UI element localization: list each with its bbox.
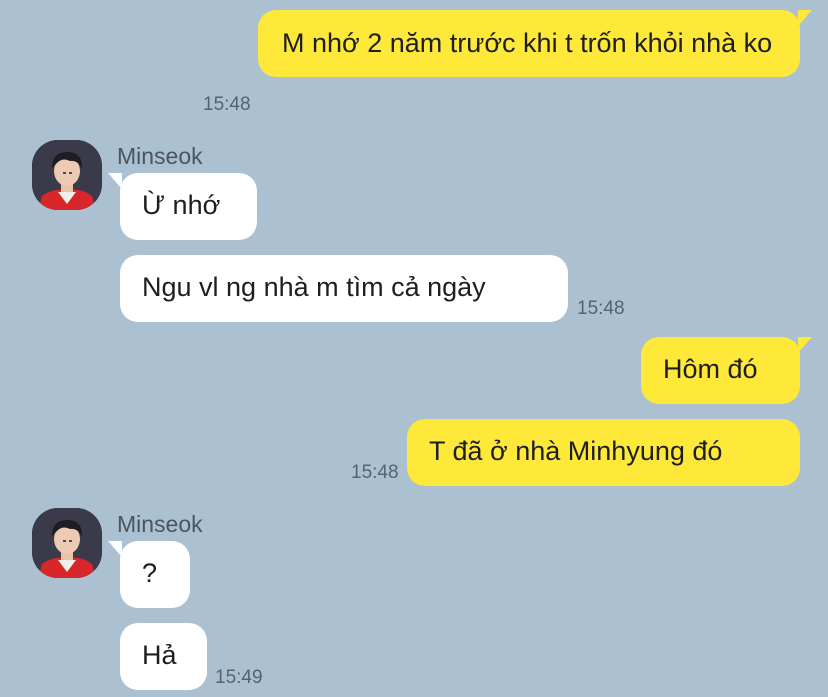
message-text: M nhớ 2 năm trước khi t trốn khỏi nhà ko	[282, 28, 773, 58]
message-timestamp: 15:49	[215, 667, 263, 688]
message-text: Ừ nhớ	[142, 190, 221, 220]
outgoing-message-bubble[interactable]: M nhớ 2 năm trước khi t trốn khỏi nhà ko	[258, 10, 812, 77]
chat-area[interactable]: M nhớ 2 năm trước khi t trốn khỏi nhà ko…	[0, 0, 828, 697]
message-text: Hôm đó	[663, 354, 758, 384]
message-timestamp: 15:48	[577, 298, 625, 319]
message-timestamp: 15:48	[203, 94, 251, 115]
message-text: Ngu vl ng nhà m tìm cả ngày	[142, 272, 486, 302]
sender-name: Minseok	[117, 511, 203, 537]
sender-name: Minseok	[117, 143, 203, 169]
outgoing-message-bubble[interactable]: T đã ở nhà Minhyung đó	[407, 419, 800, 486]
message-timestamp: 15:48	[351, 462, 399, 483]
message-text: ?	[142, 558, 158, 588]
profile-photo-icon	[32, 508, 102, 578]
profile-photo-icon	[32, 140, 102, 210]
incoming-message-bubble[interactable]: Hả	[120, 623, 207, 690]
message-text: Hả	[142, 640, 177, 670]
incoming-message-bubble[interactable]: Ngu vl ng nhà m tìm cả ngày	[120, 255, 568, 322]
avatar[interactable]	[32, 140, 102, 210]
avatar[interactable]	[32, 508, 102, 578]
outgoing-message-bubble[interactable]: Hôm đó	[641, 337, 812, 404]
message-text: T đã ở nhà Minhyung đó	[429, 436, 723, 466]
incoming-message-bubble[interactable]: ?	[108, 541, 190, 608]
incoming-message-bubble[interactable]: Ừ nhớ	[108, 173, 257, 240]
